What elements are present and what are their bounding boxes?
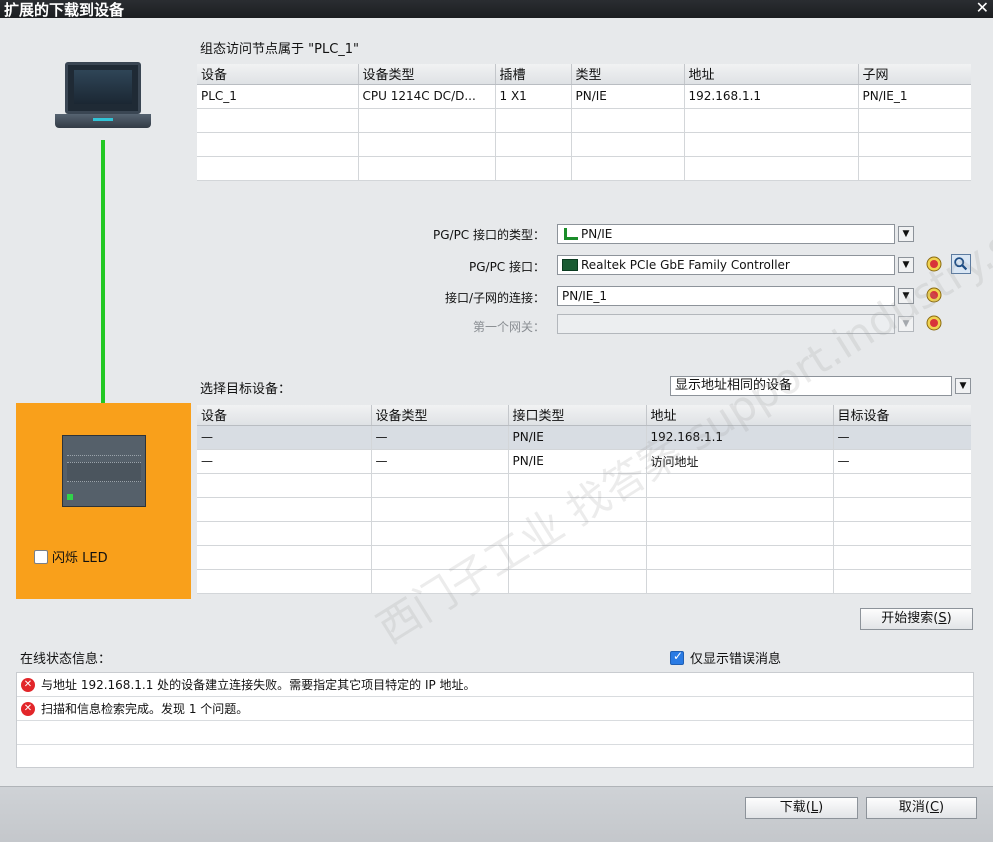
window-title: 扩展的下载到设备 [4, 1, 125, 19]
target-caption: 选择目标设备： [200, 382, 292, 397]
cell: 1 X1 [495, 84, 572, 109]
cell: — [197, 425, 372, 450]
network-link-line [101, 140, 105, 436]
status-message: 与地址 192.168.1.1 处的设备建立连接失败。需要指定其它项目特定的 I… [41, 678, 476, 692]
col-header: 目标设备 [833, 405, 971, 426]
table-row[interactable]: PLC_1 CPU 1214C DC/D... 1 X1 PN/IE 192.1… [197, 84, 971, 109]
col-header: 类型 [571, 64, 685, 85]
cell: 192.168.1.1 [684, 84, 859, 109]
col-header: 设备类型 [358, 64, 496, 85]
search-key: S [938, 611, 947, 626]
flash-led-label: 闪烁 LED [52, 551, 108, 566]
close-icon[interactable]: ✕ [976, 0, 989, 17]
list-item[interactable]: ✕ 与地址 192.168.1.1 处的设备建立连接失败。需要指定其它项目特定的… [17, 673, 973, 697]
config-caption: 组态访问节点属于 "PLC_1" [200, 42, 360, 57]
target-plc-panel: 闪烁 LED [16, 403, 191, 599]
col-header: 地址 [684, 64, 859, 85]
table-row [197, 545, 971, 570]
cell: — [833, 449, 971, 474]
only-errors-checkbox[interactable]: 仅显示错误消息 [670, 648, 781, 667]
config-table: 设备 设备类型 插槽 类型 地址 子网 PLC_1 CPU 1214C DC/D… [197, 64, 971, 181]
cell: — [371, 449, 509, 474]
status-message: 扫描和信息检索完成。发现 1 个问题。 [41, 702, 249, 716]
checkbox-checked-icon[interactable] [670, 649, 684, 665]
only-errors-label: 仅显示错误消息 [690, 652, 782, 667]
iface-select[interactable]: Realtek PCIe GbE Family Controller [557, 255, 895, 275]
iface-type-select[interactable]: PN/IE [557, 224, 895, 244]
cancel-key: C [929, 800, 940, 815]
table-row [197, 108, 971, 133]
title-bar: 扩展的下载到设备 ✕ [0, 0, 993, 19]
table-row[interactable]: — — PN/IE 192.168.1.1 — [197, 425, 971, 450]
list-item[interactable]: ✕ 扫描和信息检索完成。发现 1 个问题。 [17, 697, 973, 721]
error-icon: ✕ [21, 701, 35, 716]
download-button[interactable]: 下载(L) [745, 797, 858, 819]
cell: CPU 1214C DC/D... [358, 84, 496, 109]
table-row [197, 156, 971, 181]
cancel-end: ) [939, 800, 945, 815]
cell: PN/IE_1 [858, 84, 971, 109]
pnie-icon [562, 228, 578, 240]
config-header-row: 设备 设备类型 插槽 类型 地址 子网 [197, 64, 971, 85]
cancel-label: 取消( [898, 800, 930, 815]
cell: — [197, 449, 372, 474]
iface-type-value: PN/IE [581, 227, 613, 241]
network-card-icon [562, 259, 578, 271]
pg-computer-icon [55, 62, 151, 140]
list-item [17, 721, 973, 745]
iface-type-label: PG/PC 接口的类型： [432, 228, 545, 242]
subnet-label: 接口/子网的连接： [444, 291, 545, 305]
col-header: 插槽 [495, 64, 572, 85]
col-header: 设备 [197, 64, 359, 85]
iface-label: PG/PC 接口： [468, 260, 545, 274]
list-item [17, 745, 973, 769]
status-list: ✕ 与地址 192.168.1.1 处的设备建立连接失败。需要指定其它项目特定的… [16, 672, 974, 768]
download-end: ) [818, 800, 824, 815]
subnet-value: PN/IE_1 [562, 289, 608, 303]
flash-led-checkbox[interactable]: 闪烁 LED [34, 547, 108, 566]
cell: PLC_1 [197, 84, 359, 109]
plc-device-icon [62, 435, 146, 507]
cancel-button[interactable]: 取消(C) [866, 797, 977, 819]
error-icon: ✕ [21, 677, 35, 692]
col-header: 设备类型 [371, 405, 509, 426]
search-end: ) [946, 611, 952, 626]
cell: PN/IE [571, 84, 685, 109]
col-header: 子网 [858, 64, 971, 85]
search-label: 开始搜索( [881, 611, 939, 626]
cell: — [371, 425, 509, 450]
chevron-down-icon[interactable]: ▼ [955, 378, 971, 394]
checkbox-icon[interactable] [34, 549, 48, 564]
gateway-label: 第一个网关： [472, 320, 545, 334]
cell: — [833, 425, 971, 450]
status-caption: 在线状态信息： [20, 652, 112, 667]
chevron-down-icon[interactable]: ▼ [898, 226, 914, 242]
dialog-footer: 下载(L) 取消(C) [0, 786, 993, 842]
download-label: 下载( [779, 800, 811, 815]
table-row [197, 569, 971, 594]
table-row [197, 132, 971, 157]
col-header: 设备 [197, 405, 372, 426]
col-header: 接口类型 [508, 405, 647, 426]
iface-value: Realtek PCIe GbE Family Controller [581, 258, 790, 272]
target-header-row: 设备 设备类型 接口类型 地址 目标设备 [197, 405, 971, 426]
start-search-button[interactable]: 开始搜索(S) [860, 608, 973, 630]
